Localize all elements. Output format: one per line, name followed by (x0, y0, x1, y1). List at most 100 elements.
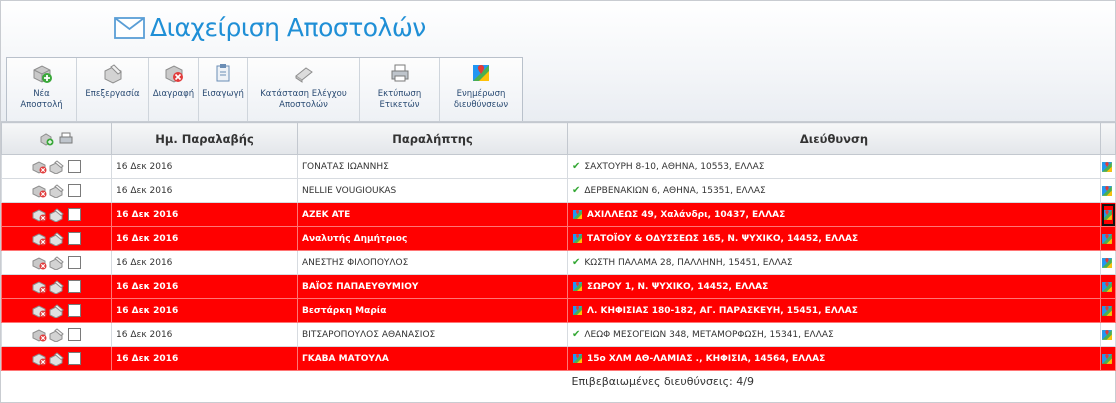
map-icon[interactable] (1101, 185, 1113, 197)
shipment-check-status-button[interactable]: Κατάσταση Ελέγχου Αποστολών (248, 58, 360, 121)
delete-row-icon[interactable] (32, 160, 48, 174)
row-select-checkbox[interactable] (68, 208, 81, 221)
pickup-date-cell: 16 Δεκ 2016 (111, 274, 298, 299)
update-addresses-button[interactable]: Ενημέρωση διευθύνσεων (440, 58, 522, 121)
row-select-checkbox[interactable] (68, 256, 81, 269)
address-map-icon[interactable] (572, 305, 583, 316)
address-map-icon[interactable] (572, 353, 583, 364)
address-cell: ΣΩΡΟΥ 1, Ν. ΨΥΧΙΚΟ, 14452, ΕΛΛΑΣ (567, 274, 1101, 299)
delete-row-icon[interactable] (32, 256, 48, 270)
recipient-cell: ΓΚΑΒΑ ΜΑΤΟΥΛΑ (297, 346, 568, 371)
edit-row-icon[interactable] (49, 183, 65, 198)
map-icon[interactable] (1101, 257, 1113, 269)
address-text: ΣΩΡΟΥ 1, Ν. ΨΥΧΙΚΟ, 14452, ΕΛΛΑΣ (587, 282, 769, 292)
table-row[interactable]: 16 Δεκ 2016 Αναλυτής Δημήτριος ΤΑΤΟΪΟΥ &… (1, 226, 1116, 251)
verified-check-icon: ✔ (572, 185, 581, 196)
delete-icon (165, 65, 183, 83)
new-shipment-button[interactable]: Νέα Αποστολή (7, 58, 77, 121)
edit-row-icon[interactable] (49, 279, 65, 294)
check-status-icon (294, 67, 313, 83)
row-map-button[interactable] (1100, 322, 1116, 347)
print-labels-button[interactable]: Εκτύπωση Ετικετών (360, 58, 440, 121)
table-row[interactable]: 16 Δεκ 2016 NELLIE VOUGIOUKAS ✔ ΔΕΡΒΕΝΑΚΙ… (1, 178, 1116, 203)
import-button[interactable]: Εισαγωγή (199, 58, 248, 121)
row-select-checkbox[interactable] (68, 328, 81, 341)
edit-icon (104, 64, 122, 84)
row-actions-cell (1, 250, 112, 275)
edit-row-icon[interactable] (49, 255, 65, 270)
print-all-icon[interactable] (59, 132, 73, 146)
address-map-icon[interactable] (572, 281, 583, 292)
edit-row-icon[interactable] (49, 159, 65, 174)
column-header-pickup-date[interactable]: Ημ. Παραλαβής (111, 122, 298, 155)
table-row[interactable]: 16 Δεκ 2016 ΑΝΕΣΤΗΣ ΦΙΛΟΠΟΥΛΟΣ ✔ ΚΩΣΤΗ ΠΑ… (1, 250, 1116, 275)
address-cell: 15ο ΧΛΜ ΑΘ-ΛΑΜΙΑΣ ., ΚΗΦΙΣΙΑ, 14564, ΕΛΛ… (567, 346, 1101, 371)
add-shipment-icon[interactable] (40, 132, 54, 146)
table-row[interactable]: 16 Δεκ 2016 ΒΙΤΣΑΡΟΠΟΥΛΟΣ ΑΘΑΝΑΣΙΟΣ ✔ ΛΕΩ… (1, 322, 1116, 347)
row-select-checkbox[interactable] (68, 232, 81, 245)
map-icon[interactable] (1101, 161, 1113, 173)
confirmed-addresses-summary: Επιβεβαιωμένες διευθύνσεις: 4/9 (571, 374, 754, 388)
address-map-icon[interactable] (572, 209, 583, 220)
row-map-button[interactable] (1100, 154, 1116, 179)
pickup-date-cell: 16 Δεκ 2016 (111, 202, 298, 227)
column-header-recipient[interactable]: Παραλήπτης (297, 122, 568, 155)
row-map-button[interactable] (1100, 178, 1116, 203)
row-select-checkbox[interactable] (68, 304, 81, 317)
row-select-checkbox[interactable] (68, 160, 81, 173)
edit-row-icon[interactable] (49, 231, 65, 246)
row-select-checkbox[interactable] (68, 184, 81, 197)
verified-check-icon: ✔ (572, 257, 581, 268)
verified-check-icon: ✔ (572, 161, 581, 172)
address-cell: ΑΧΙΛΛΕΩΣ 49, Χαλάνδρι, 10437, ΕΛΛΑΣ (567, 202, 1101, 227)
recipient-cell: ΒΙΤΣΑΡΟΠΟΥΛΟΣ ΑΘΑΝΑΣΙΟΣ (297, 322, 568, 347)
delete-row-icon[interactable] (32, 304, 48, 318)
edit-button[interactable]: Επεξεργασία (77, 58, 149, 121)
delete-row-icon[interactable] (32, 208, 48, 222)
delete-button[interactable]: Διαγραφή (149, 58, 199, 121)
map-icon[interactable] (1101, 209, 1113, 221)
address-text: ΑΧΙΛΛΕΩΣ 49, Χαλάνδρι, 10437, ΕΛΛΑΣ (587, 210, 786, 220)
map-icon[interactable] (1101, 305, 1113, 317)
row-select-checkbox[interactable] (68, 352, 81, 365)
pickup-date-cell: 16 Δεκ 2016 (111, 178, 298, 203)
row-map-button[interactable] (1100, 298, 1116, 323)
row-map-button[interactable] (1100, 346, 1116, 371)
delete-row-icon[interactable] (32, 280, 48, 294)
table-row[interactable]: 16 Δεκ 2016 ΓΚΑΒΑ ΜΑΤΟΥΛΑ 15ο ΧΛΜ ΑΘ-ΛΑΜ… (1, 346, 1116, 371)
row-actions-cell (1, 202, 112, 227)
edit-row-icon[interactable] (49, 207, 65, 222)
map-icon[interactable] (1101, 281, 1113, 293)
delete-row-icon[interactable] (32, 184, 48, 198)
address-cell: ✔ ΣΑΧΤΟΥΡΗ 8-10, ΑΘΗΝΑ, 10553, ΕΛΛΑΣ (567, 154, 1101, 179)
table-row[interactable]: 16 Δεκ 2016 AZEK ATE ΑΧΙΛΛΕΩΣ 49, Χαλάνδ… (1, 202, 1116, 227)
edit-row-icon[interactable] (49, 327, 65, 342)
delete-row-icon[interactable] (32, 232, 48, 246)
table-row[interactable]: 16 Δεκ 2016 ΒΑΪΟΣ ΠΑΠΑΕΥΘΥΜΙΟΥ ΣΩΡΟΥ 1, … (1, 274, 1116, 299)
map-icon[interactable] (1101, 329, 1113, 341)
verified-check-icon: ✔ (572, 329, 581, 340)
table-row[interactable]: 16 Δεκ 2016 Βεστάρκη Μαρία Λ. ΚΗΦΙΣΙΑΣ 1… (1, 298, 1116, 323)
delete-row-icon[interactable] (32, 352, 48, 366)
row-map-button[interactable] (1100, 274, 1116, 299)
address-map-icon[interactable] (572, 233, 583, 244)
page-header: Διαχείριση Αποστολών Νέα Αποστολή Επεξερ… (1, 1, 1115, 122)
edit-row-icon[interactable] (49, 303, 65, 318)
column-header-map (1100, 122, 1116, 155)
row-actions-cell (1, 298, 112, 323)
edit-row-icon[interactable] (49, 351, 65, 366)
row-select-checkbox[interactable] (68, 280, 81, 293)
delete-row-icon[interactable] (32, 328, 48, 342)
toolbar: Νέα Αποστολή Επεξεργασία Διαγραφή Εισαγω… (6, 57, 523, 121)
map-icon[interactable] (1101, 353, 1113, 365)
address-cell: ✔ ΚΩΣΤΗ ΠΑΛΑΜΑ 28, ΠΑΛΛΗΝΗ, 15451, ΕΛΛΑΣ (567, 250, 1101, 275)
table-row[interactable]: 16 Δεκ 2016 ΓΟΝΑΤΑΣ ΙΩΑΝΝΗΣ ✔ ΣΑΧΤΟΥΡΗ 8-… (1, 154, 1116, 179)
row-map-button[interactable] (1100, 226, 1116, 251)
map-icon[interactable] (1101, 233, 1113, 245)
address-text: ΔΕΡΒΕΝΑΚΙΩΝ 6, ΑΘΗΝΑ, 15351, ΕΛΛΑΣ (584, 186, 766, 196)
column-header-address[interactable]: Διεύθυνση (567, 122, 1101, 155)
row-map-button[interactable] (1100, 250, 1116, 275)
row-map-button[interactable] (1100, 202, 1116, 227)
address-cell: Λ. ΚΗΦΙΣΙΑΣ 180-182, ΑΓ. ΠΑΡΑΣΚΕΥΗ, 1545… (567, 298, 1101, 323)
printer-icon (391, 64, 408, 82)
